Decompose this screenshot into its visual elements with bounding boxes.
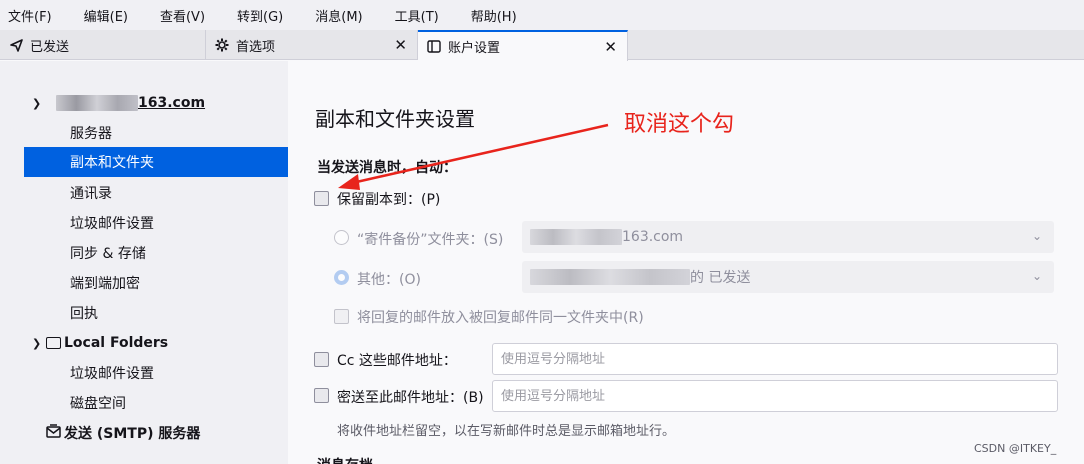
watermark: CSDN @ITKEY_ <box>974 442 1057 455</box>
annotation-text: 取消这个勾 <box>624 112 735 137</box>
annotation-arrow <box>338 123 609 190</box>
